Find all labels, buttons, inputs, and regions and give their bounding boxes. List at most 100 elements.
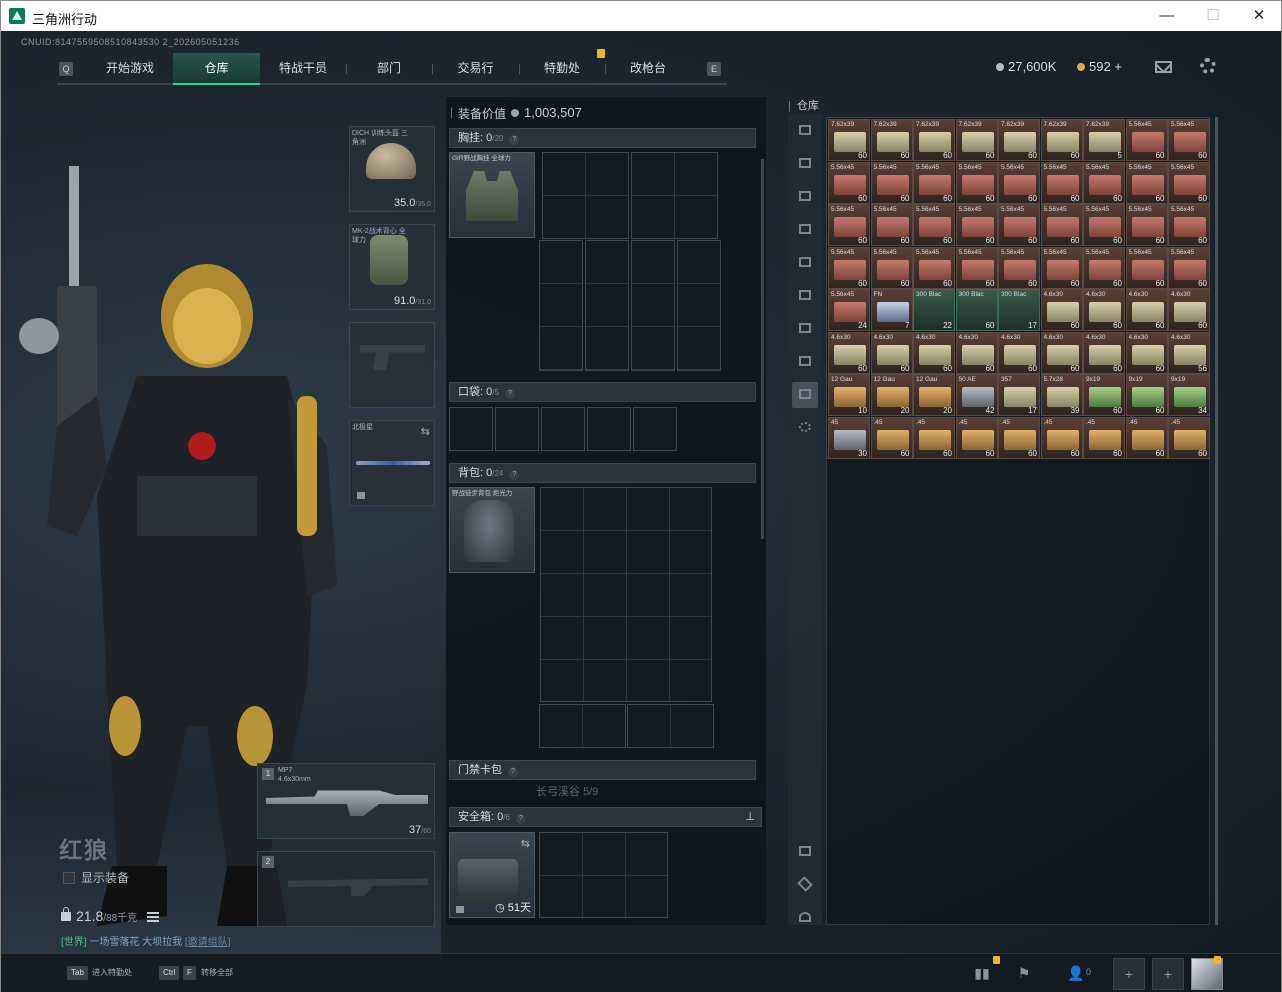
minimize-button[interactable]: — [1144,5,1190,27]
warehouse-item[interactable]: 7.62x39 60 [913,119,955,161]
warehouse-item[interactable]: 4.6x30 60 [1083,289,1125,331]
warehouse-item[interactable]: 5.56x45 60 [1083,161,1125,204]
melee-slot[interactable]: 北极星 ⇆ [349,420,435,506]
warehouse-item[interactable]: 5.56x45 60 [955,161,998,204]
pocket-cell[interactable] [449,407,493,451]
close-button[interactable]: ✕ [1236,5,1282,27]
warehouse-item[interactable]: .45 60 [913,416,955,459]
warehouse-item[interactable]: 5.56x45 60 [828,204,870,246]
tab-gunsmith[interactable]: 改枪台 [605,53,691,85]
warehouse-item[interactable]: 4.6x30 60 [1040,289,1083,331]
help-icon[interactable]: ? [515,814,526,824]
secondary-weapon-slot[interactable]: 2 [257,851,435,927]
tab-operators[interactable]: 特战干员 [260,53,346,85]
warehouse-item[interactable]: .45 60 [1083,416,1125,459]
warehouse-item[interactable]: 5.56x45 60 [998,246,1040,289]
transfer-all-label[interactable]: 转移全部 [201,967,233,978]
warehouse-item[interactable]: .45 60 [1168,416,1210,459]
invite-slot-1[interactable]: + [1113,958,1145,990]
enter-special-ops-label[interactable]: 进入特勤处 [92,967,132,978]
warehouse-item[interactable]: 5.56x45 60 [1040,161,1083,204]
warehouse-item[interactable]: 12 Gau 20 [913,374,955,416]
warehouse-item[interactable]: 5.56x45 60 [1040,204,1083,246]
chest-rig-item[interactable]: GIR野战胸挂 全球力 [449,152,535,238]
pin-icon[interactable]: ⊥ [745,808,755,826]
tab-category-8[interactable] [792,382,818,408]
warehouse-item[interactable]: 7.62x39 60 [828,119,870,161]
warehouse-item[interactable]: 5.56x45 60 [1125,161,1168,204]
equipment-scrollbar[interactable] [761,159,764,539]
warehouse-item[interactable]: 5.56x45 60 [1125,246,1168,289]
pocket-cell[interactable] [541,407,585,451]
show-equipment-toggle[interactable]: 显示装备 [63,869,129,886]
long-bow-keycard[interactable]: 长弓溪谷 5/9 [536,783,598,799]
warehouse-grid[interactable]: 7.62x39 60 7.62x39 60 7.62x39 60 7.62x39 60 7.62… [826,117,1210,459]
keycard-header[interactable]: 门禁卡包? [449,760,756,780]
settings-gear-icon[interactable] [1200,58,1216,74]
rig-grid-cell[interactable] [631,240,675,371]
warehouse-item[interactable]: 5.56x45 60 [870,161,913,204]
warehouse-item[interactable]: 4.6x30 60 [1083,331,1125,374]
warehouse-item[interactable]: 4.6x30 60 [955,331,998,374]
warehouse-item[interactable]: 7.62x39 60 [1040,119,1083,161]
warehouse-item[interactable]: 5.56x45 60 [998,204,1040,246]
tab-category-3[interactable] [792,217,818,243]
backpack-grid-cell[interactable] [539,704,626,748]
warehouse-item[interactable]: .45 60 [1125,416,1168,459]
warehouse-item[interactable]: 45 30 [828,416,870,459]
warehouse-item[interactable]: 5.56x45 60 [1125,119,1168,161]
tab-category-6[interactable] [792,316,818,342]
rig-grid-cell[interactable] [539,240,583,371]
safebox-item[interactable]: ⇆ ◷ 51天 [449,832,535,918]
topup-button[interactable]: + [1114,59,1122,74]
tab-warehouse[interactable]: 仓库 [173,53,260,85]
warehouse-item[interactable]: 12 Gau 10 [828,374,870,416]
warehouse-item[interactable]: .45 60 [955,416,998,459]
rig-grid-cell[interactable] [542,152,629,239]
pocket-cell[interactable] [495,407,539,451]
backpack-grid[interactable] [540,487,712,702]
warehouse-item[interactable]: 5.56x45 60 [913,204,955,246]
pocket-cell[interactable] [587,407,631,451]
maximize-button[interactable]: ☐ [1190,5,1236,27]
warehouse-item[interactable]: 5.56x45 60 [828,161,870,204]
tab-category-2[interactable] [792,184,818,210]
warehouse-item[interactable]: 7.62x39 5 [1083,119,1125,161]
warehouse-item[interactable]: 5.56x45 60 [828,246,870,289]
warehouse-item[interactable]: .45 60 [1040,416,1083,459]
warehouse-item[interactable]: 5.56x45 60 [870,246,913,289]
warehouse-empty-area[interactable] [826,459,1210,925]
tab-category-5[interactable] [792,283,818,309]
warehouse-item[interactable]: 300 Blac 22 [913,289,955,331]
swap-icon[interactable]: ⇆ [421,425,430,438]
warehouse-item[interactable]: 5.56x45 60 [1168,246,1210,289]
warehouse-item[interactable]: 9x19 60 [1083,374,1125,416]
warehouse-item[interactable]: 4.6x30 60 [828,331,870,374]
warehouse-item[interactable]: 7.62x39 60 [870,119,913,161]
rig-grid-cell[interactable] [631,152,718,239]
warehouse-scrollbar[interactable] [1215,117,1218,925]
tab-department[interactable]: 部门 [346,53,432,85]
warehouse-item[interactable]: 50 AE 42 [955,374,998,416]
warehouse-item[interactable]: FN 7 [870,289,913,331]
warehouse-item[interactable]: 4.6x30 60 [1040,331,1083,374]
help-icon[interactable]: ? [508,767,518,777]
tab-trade[interactable]: 交易行 [432,53,519,85]
armor-slot[interactable]: MK-2战术背心 全球力 91.0/91.0 [349,224,435,310]
warehouse-item[interactable]: 4.6x30 60 [870,331,913,374]
transfer-button[interactable] [792,905,818,931]
nav-prev-key[interactable]: Q [59,62,73,76]
warehouse-item[interactable]: 5.56x45 60 [913,161,955,204]
warehouse-item[interactable]: 5.56x45 60 [870,204,913,246]
invite-slot-2[interactable]: + [1152,958,1184,990]
warehouse-item[interactable]: .45 60 [870,416,913,459]
safebox-grid[interactable] [539,832,668,918]
warehouse-item[interactable]: 5.56x45 60 [1125,204,1168,246]
warehouse-item[interactable]: 5.56x45 60 [1168,119,1210,161]
chat-line[interactable]: [世界] 一场雪落花 大坝拉我 [邀请组队] [61,933,230,948]
warehouse-item[interactable]: 5.56x45 60 [1040,246,1083,289]
flag-button[interactable]: ⚑ [1009,958,1041,990]
warehouse-item[interactable]: 7.62x39 60 [955,119,998,161]
warehouse-item[interactable]: 4.6x30 60 [1125,289,1168,331]
tab-all-items[interactable] [792,118,818,144]
